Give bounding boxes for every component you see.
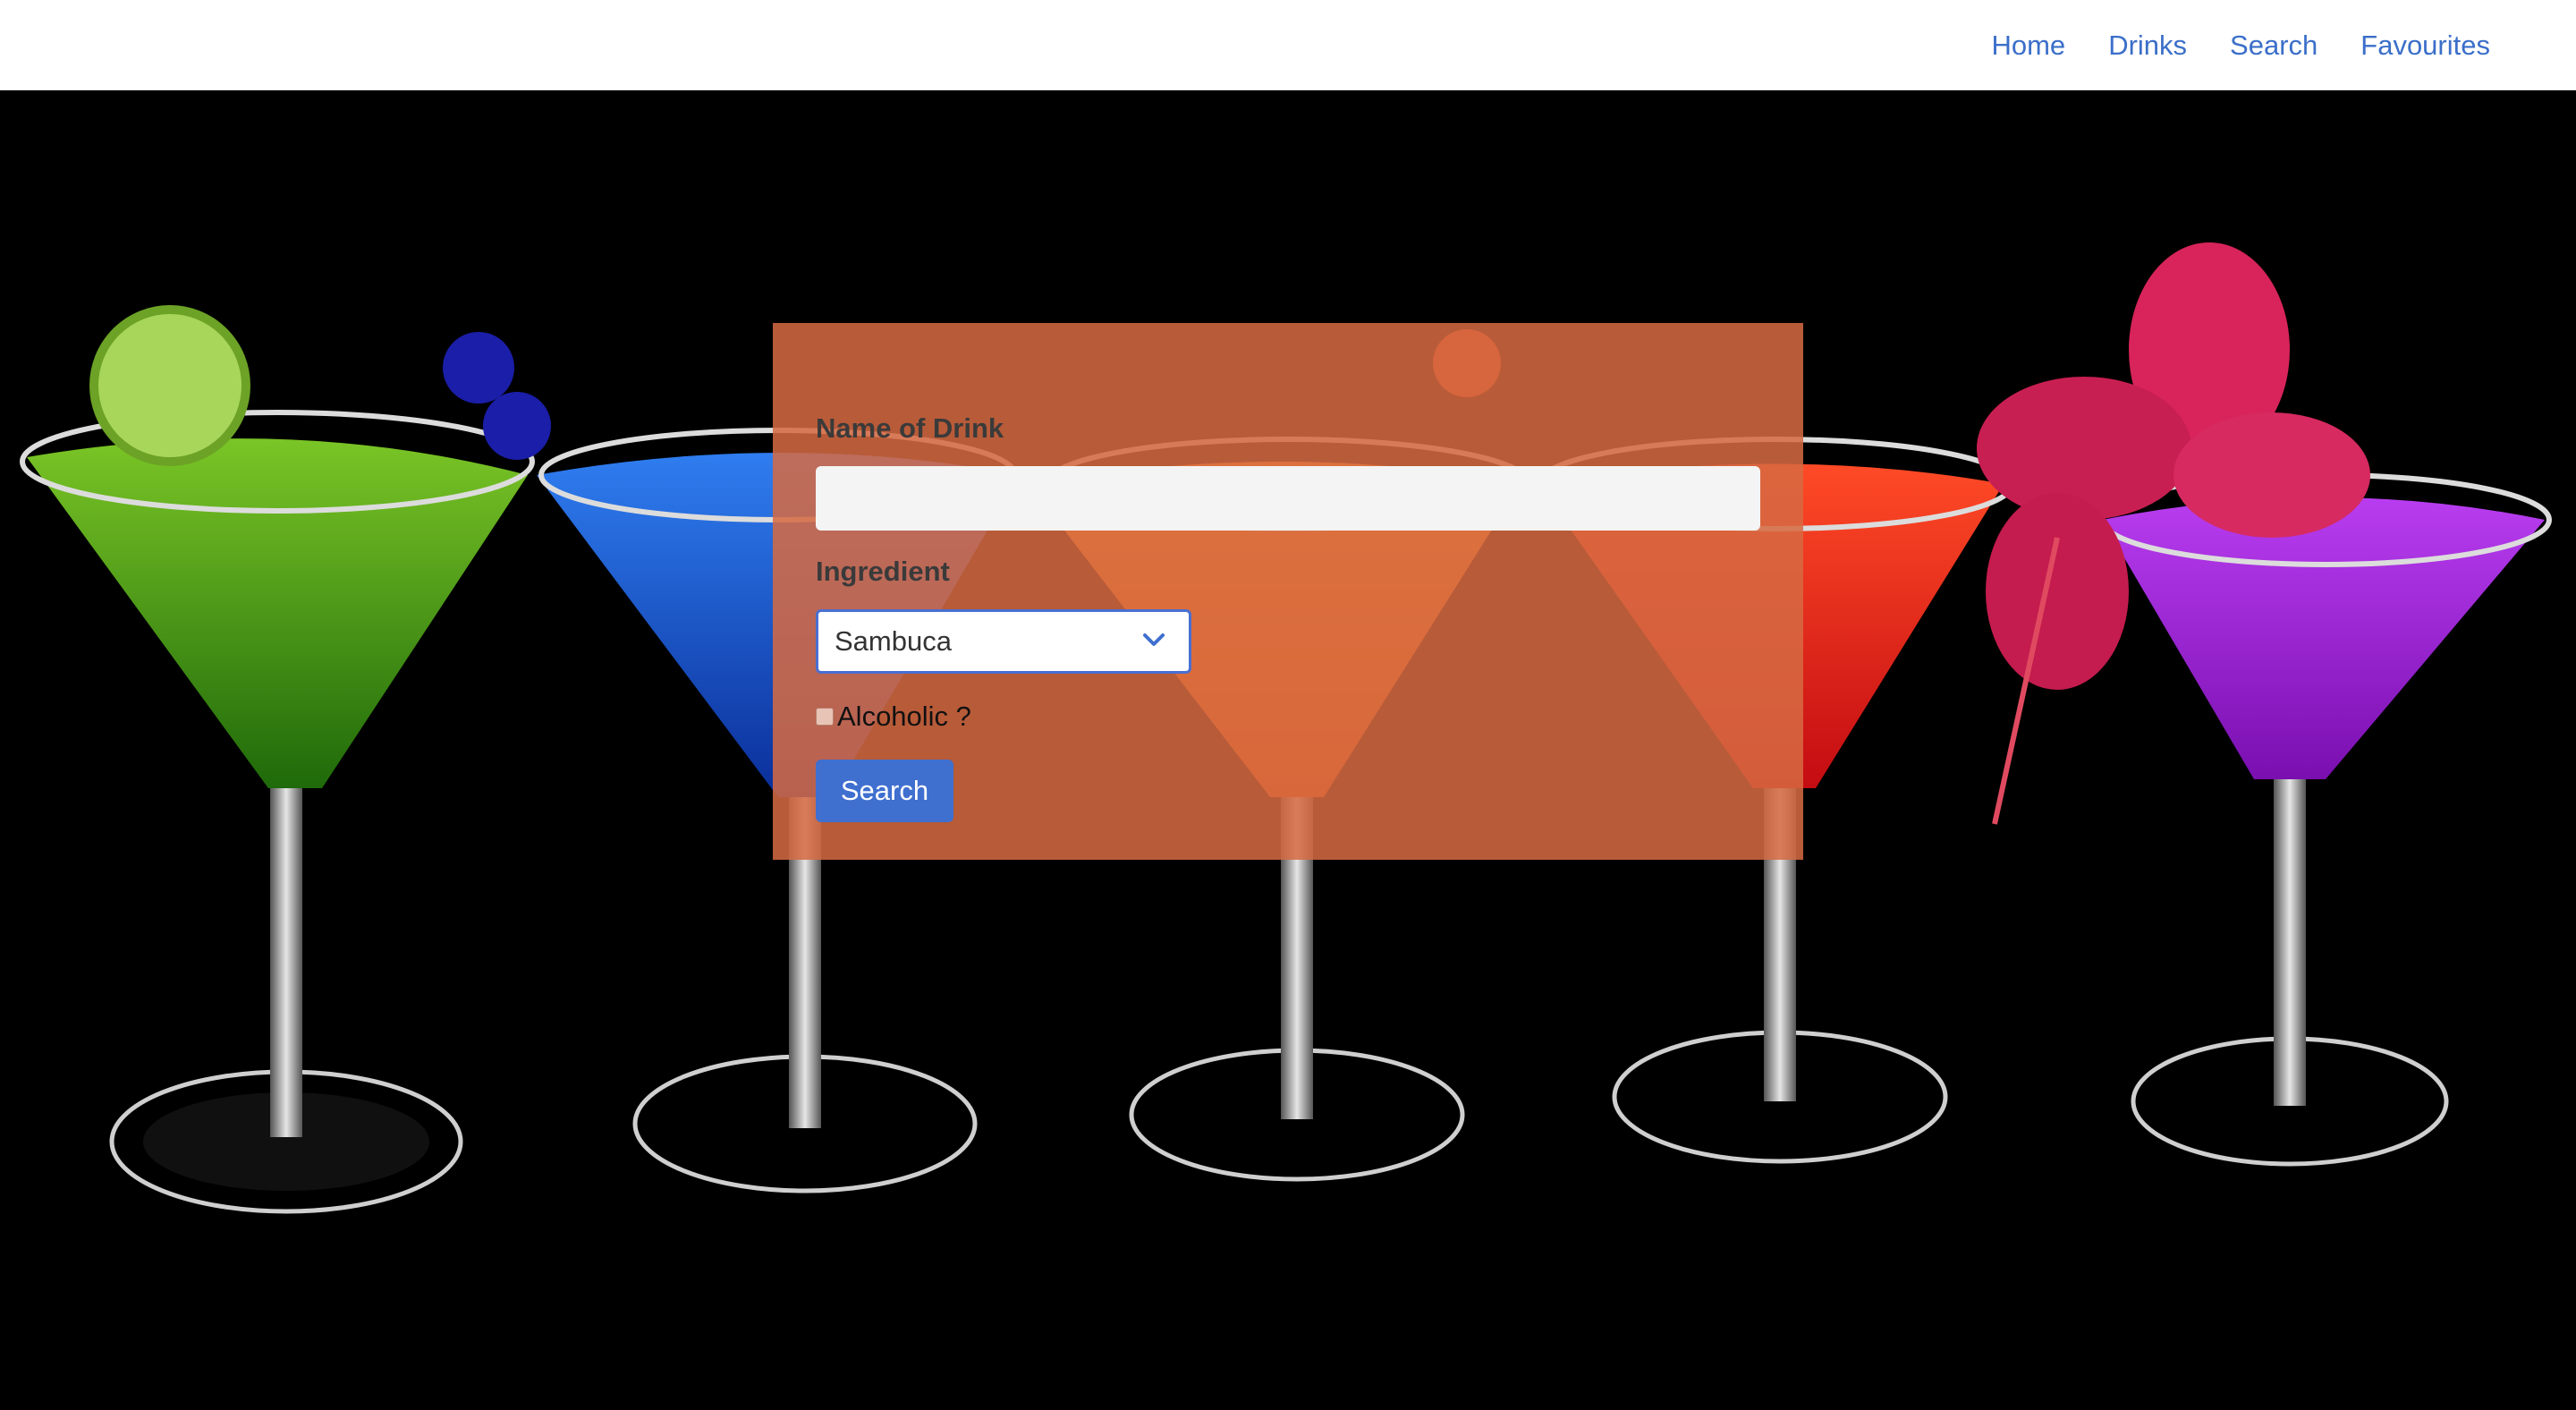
ingredient-label: Ingredient — [816, 556, 950, 587]
ingredient-select[interactable]: Sambuca — [816, 609, 1191, 674]
nav-link-drinks[interactable]: Drinks — [2108, 30, 2187, 62]
purple-cocktail-glass — [2099, 472, 2552, 1167]
alcoholic-row: Alcoholic ? — [816, 697, 971, 736]
search-panel: Name of Drink Ingredient Sambuca Alcohol… — [773, 323, 1803, 860]
green-cocktail-glass — [20, 305, 535, 1214]
chevron-down-icon — [1143, 633, 1165, 646]
name-of-drink-input[interactable] — [816, 466, 1760, 531]
nav-links: Home Drinks Search Favourites — [1991, 0, 2490, 90]
hero-section: Name of Drink Ingredient Sambuca Alcohol… — [0, 90, 2576, 1410]
nav-link-home[interactable]: Home — [1991, 30, 2065, 62]
search-button[interactable]: Search — [816, 760, 953, 822]
alcoholic-label: Alcoholic ? — [837, 701, 971, 732]
navbar: Home Drinks Search Favourites — [0, 0, 2576, 90]
nav-link-favourites[interactable]: Favourites — [2360, 30, 2490, 62]
ingredient-selected-value: Sambuca — [835, 625, 952, 657]
alcoholic-checkbox[interactable] — [816, 708, 834, 726]
name-of-drink-label: Name of Drink — [816, 412, 1004, 444]
nav-link-search[interactable]: Search — [2230, 30, 2318, 62]
